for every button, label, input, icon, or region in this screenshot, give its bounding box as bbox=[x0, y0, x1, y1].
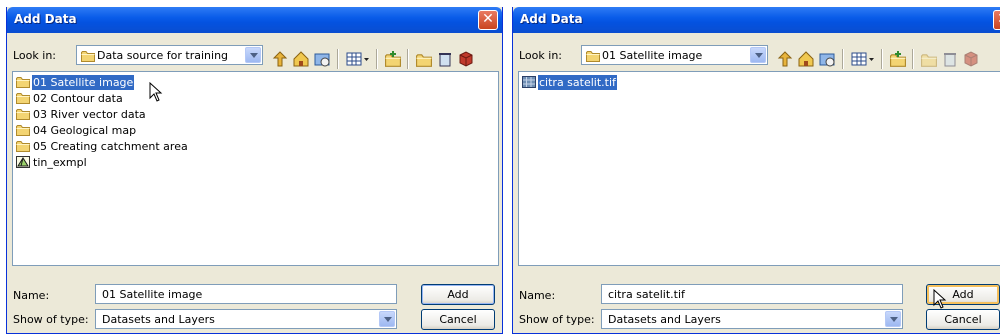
new-folder-icon[interactable] bbox=[889, 50, 907, 68]
folder-icon bbox=[16, 76, 30, 88]
show-of-type-dropdown[interactable]: Datasets and Layers bbox=[95, 309, 397, 329]
close-button[interactable]: ✕ bbox=[993, 10, 1000, 30]
dialog-title: Add Data bbox=[520, 12, 583, 26]
open-folder-icon[interactable] bbox=[920, 50, 938, 68]
list-item-label: 04 Geological map bbox=[33, 124, 137, 137]
cancel-button[interactable]: Cancel bbox=[421, 309, 495, 330]
chevron-down-icon[interactable] bbox=[379, 311, 395, 327]
dialog-title: Add Data bbox=[14, 12, 77, 26]
list-item-label: citra satelit.tif bbox=[538, 75, 617, 90]
file-list[interactable]: 01 Satellite image 02 Contour data 03 Rive… bbox=[12, 71, 499, 266]
folder-icon bbox=[586, 50, 600, 62]
catalog-options-icon[interactable] bbox=[962, 50, 980, 68]
home-icon[interactable] bbox=[797, 50, 815, 68]
close-icon: ✕ bbox=[482, 11, 494, 27]
name-value: 01 Satellite image bbox=[102, 288, 203, 301]
add-button[interactable]: Add bbox=[421, 284, 495, 305]
cancel-button[interactable]: Cancel bbox=[926, 309, 1000, 330]
show-of-type-dropdown[interactable]: Datasets and Layers bbox=[601, 309, 903, 329]
title-bar[interactable]: Add Data ✕ bbox=[7, 7, 502, 33]
delete-icon[interactable] bbox=[941, 50, 959, 68]
list-item-label: 02 Contour data bbox=[33, 92, 123, 105]
chevron-down-icon[interactable] bbox=[750, 47, 766, 63]
folder-icon bbox=[16, 140, 30, 152]
folder-icon bbox=[16, 108, 30, 120]
look-in-label: Look in: bbox=[13, 49, 56, 62]
list-item-label: tin_exmpl bbox=[33, 156, 87, 169]
mouse-cursor-icon bbox=[933, 289, 947, 309]
folder-icon bbox=[16, 92, 30, 104]
list-item-label: 03 River vector data bbox=[33, 108, 146, 121]
name-label: Name: bbox=[519, 289, 556, 302]
toolbar-separator bbox=[376, 49, 378, 69]
name-input[interactable]: citra satelit.tif bbox=[601, 284, 903, 304]
new-folder-icon[interactable] bbox=[384, 50, 402, 68]
add-data-dialog-left: Add Data ✕ Look in: Data source for trai… bbox=[6, 7, 503, 334]
list-item-label: 01 Satellite image bbox=[32, 75, 135, 90]
show-of-type-value: Datasets and Layers bbox=[608, 313, 721, 326]
show-of-type-label: Show of type: bbox=[519, 313, 595, 326]
delete-icon[interactable] bbox=[436, 50, 454, 68]
mouse-cursor-icon bbox=[149, 82, 163, 102]
open-folder-icon[interactable] bbox=[415, 50, 433, 68]
show-of-type-label: Show of type: bbox=[13, 313, 89, 326]
title-bar[interactable]: Add Data ✕ bbox=[513, 7, 1000, 33]
look-in-dropdown[interactable]: 01 Satellite image bbox=[581, 45, 768, 65]
toolbar-separator bbox=[881, 49, 883, 69]
close-button[interactable]: ✕ bbox=[478, 10, 498, 30]
toolbar-separator bbox=[407, 49, 409, 69]
look-in-label: Look in: bbox=[519, 49, 562, 62]
folder-icon bbox=[81, 50, 95, 62]
name-input[interactable]: 01 Satellite image bbox=[95, 284, 397, 304]
toolbar-separator bbox=[337, 49, 339, 69]
connect-folder-icon[interactable] bbox=[818, 50, 836, 68]
name-value: citra satelit.tif bbox=[608, 288, 685, 301]
up-one-level-icon[interactable] bbox=[776, 50, 794, 68]
look-in-value: Data source for training bbox=[97, 49, 229, 62]
toolbar-separator bbox=[842, 49, 844, 69]
home-icon[interactable] bbox=[292, 50, 310, 68]
list-item-label: 05 Creating catchment area bbox=[33, 140, 188, 153]
chevron-down-icon[interactable] bbox=[245, 47, 261, 63]
look-in-dropdown[interactable]: Data source for training bbox=[76, 45, 263, 65]
add-data-dialog-right: Add Data ✕ Look in: 01 Satellite image c… bbox=[512, 7, 1000, 334]
show-of-type-value: Datasets and Layers bbox=[102, 313, 215, 326]
file-list[interactable]: citra satelit.tif bbox=[518, 71, 1000, 266]
look-in-value: 01 Satellite image bbox=[602, 49, 703, 62]
name-label: Name: bbox=[13, 289, 50, 302]
tin-dataset-icon bbox=[16, 156, 30, 168]
up-one-level-icon[interactable] bbox=[271, 50, 289, 68]
view-options-icon[interactable] bbox=[345, 50, 371, 68]
raster-icon bbox=[522, 76, 536, 88]
catalog-options-icon[interactable] bbox=[457, 50, 475, 68]
connect-folder-icon[interactable] bbox=[313, 50, 331, 68]
chevron-down-icon[interactable] bbox=[885, 311, 901, 327]
folder-icon bbox=[16, 124, 30, 136]
view-options-icon[interactable] bbox=[850, 50, 876, 68]
toolbar-separator bbox=[912, 49, 914, 69]
